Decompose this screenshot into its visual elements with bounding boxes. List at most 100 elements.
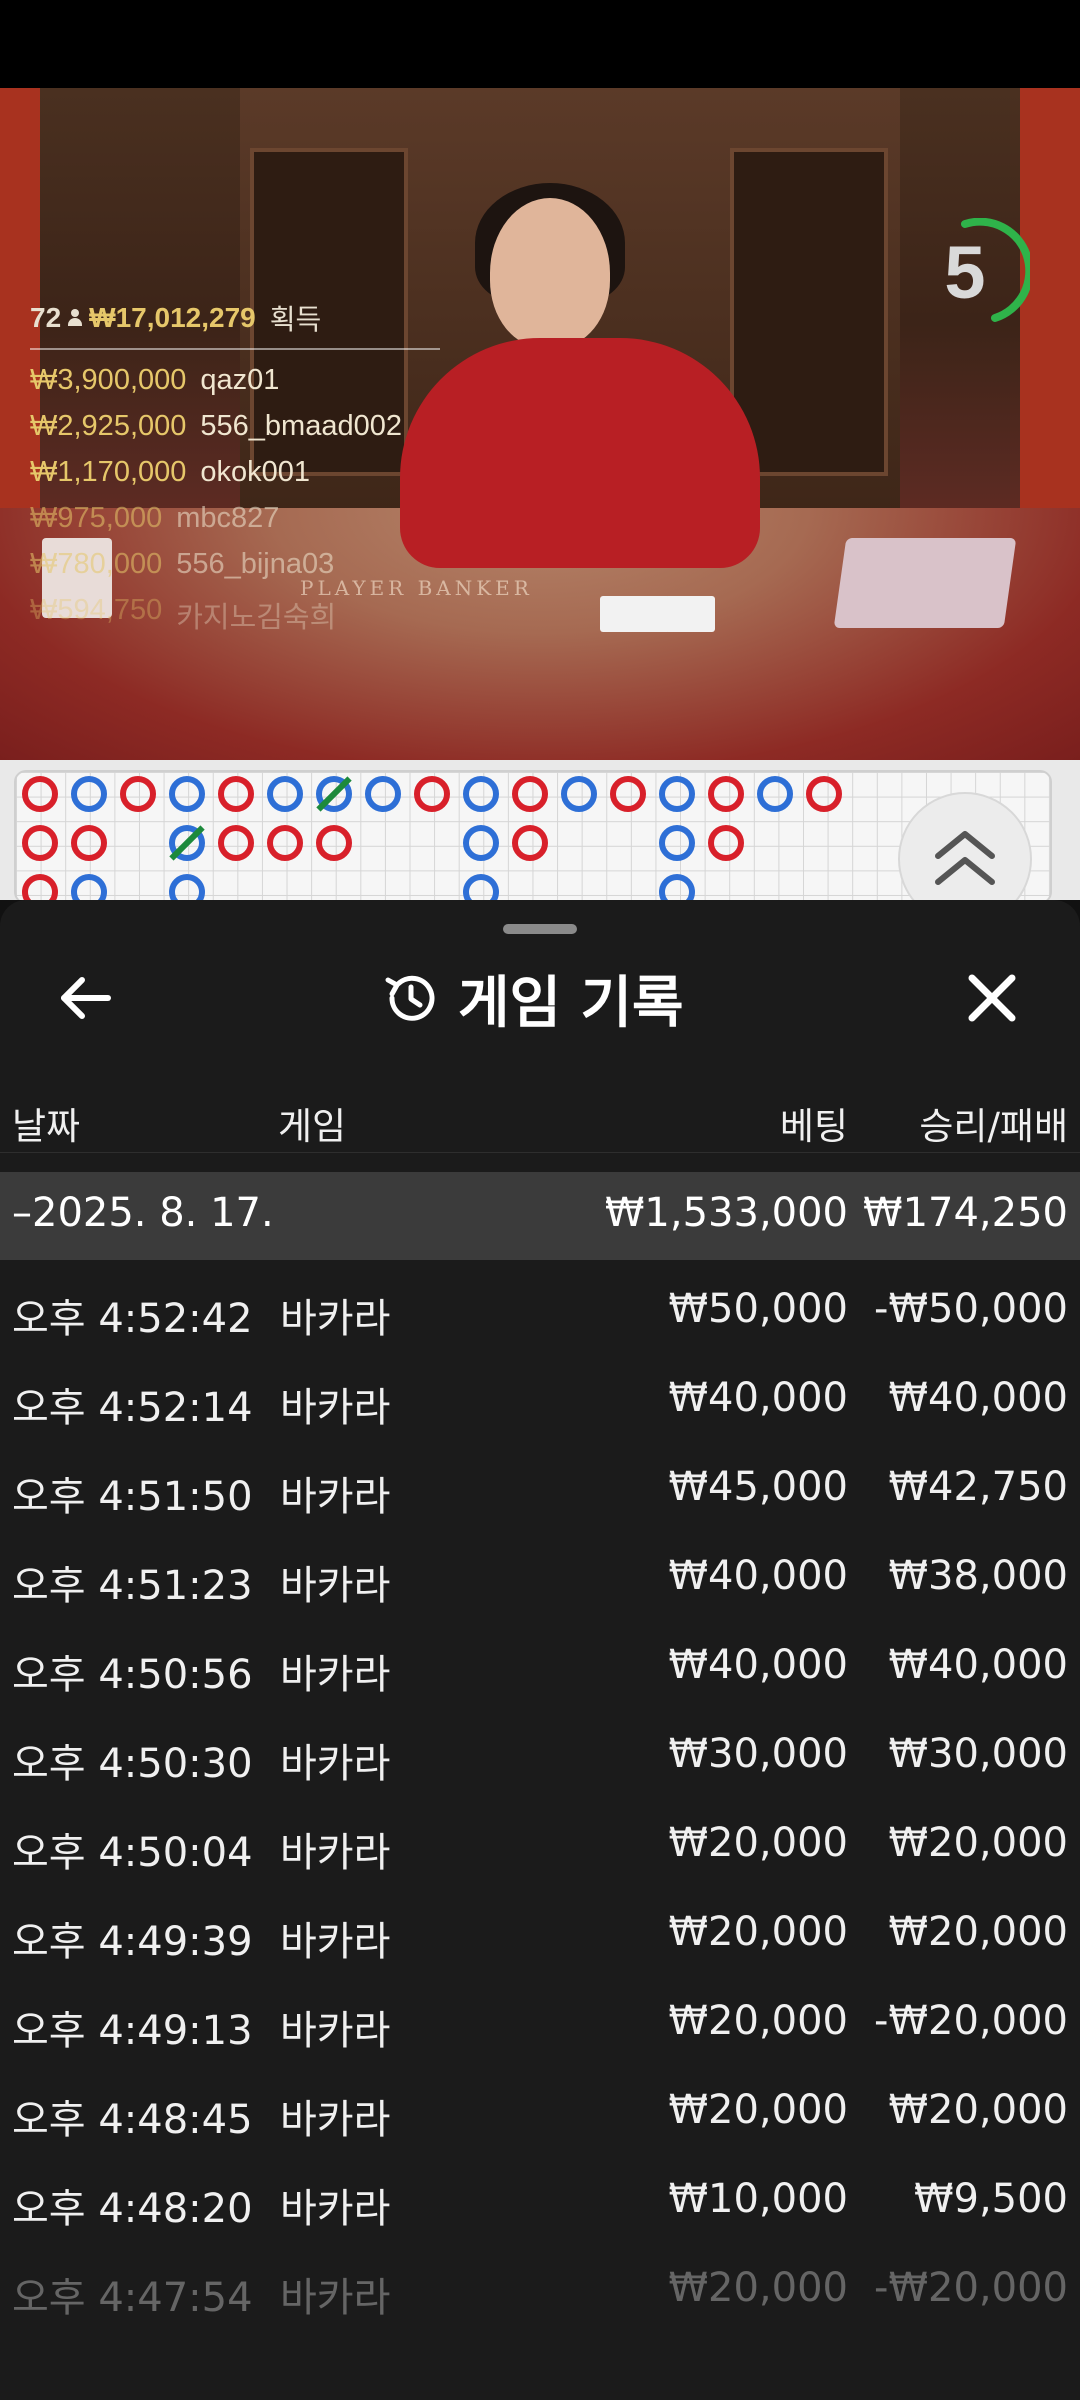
winner-row: ₩975,000 mbc827 — [30, 502, 440, 534]
winner-amount: ₩594,750 — [30, 594, 163, 626]
dealt-card — [600, 596, 670, 632]
banker-bead — [71, 825, 107, 861]
row-result: ₩20,000 — [888, 1909, 1068, 1955]
winner-row: ₩594,750 카지노김숙희 — [30, 594, 440, 634]
row-bet: ₩40,000 — [668, 1375, 848, 1421]
row-game: 바카라 — [280, 2275, 391, 2321]
winner-row: ₩780,000 556_bijna03 — [30, 548, 440, 580]
row-bet: ₩20,000 — [668, 2087, 848, 2133]
row-game: 바카라 — [280, 1385, 391, 1431]
table-row[interactable]: 오후 4:50:30 바카라 ₩30,000 ₩30,000 — [0, 1705, 1080, 1794]
banker-bead — [806, 776, 842, 812]
person-icon — [67, 309, 83, 327]
row-result: -₩20,000 — [874, 2265, 1068, 2311]
row-game: 바카라 — [280, 1652, 391, 1698]
table-row[interactable]: 오후 4:52:42 바카라 ₩50,000 -₩50,000 — [0, 1260, 1080, 1349]
row-bet: ₩20,000 — [668, 2265, 848, 2311]
player-bead — [71, 776, 107, 812]
player-bead — [463, 776, 499, 812]
banker-bead — [512, 825, 548, 861]
banker-bead — [218, 776, 254, 812]
back-button[interactable] — [56, 968, 116, 1028]
row-game: 바카라 — [280, 2008, 391, 2054]
row-game: 바카라 — [280, 1919, 391, 1965]
row-time: 오후 4:52:42 — [12, 1296, 253, 1342]
date-group-result: ₩174,250 — [863, 1190, 1068, 1236]
winner-name: mbc827 — [176, 502, 280, 534]
banker-bead — [22, 776, 58, 812]
row-game: 바카라 — [280, 1563, 391, 1609]
row-result: ₩40,000 — [888, 1642, 1068, 1688]
arrow-left-icon — [61, 977, 111, 1019]
player-bead — [659, 825, 695, 861]
winners-list: 72 ₩17,012,279 획득 ₩3,900,000 qaz01 ₩2,925… — [30, 298, 440, 634]
table-header: 날짜 게임 베팅 승리/패배 — [0, 1080, 1080, 1153]
row-result: ₩38,000 — [888, 1553, 1068, 1599]
player-bead — [757, 776, 793, 812]
banker-bead — [218, 825, 254, 861]
winners-header: 72 ₩17,012,279 획득 — [30, 298, 440, 350]
row-result: -₩20,000 — [874, 1998, 1068, 2044]
table-row[interactable]: 오후 4:51:50 바카라 ₩45,000 ₩42,750 — [0, 1438, 1080, 1527]
row-bet: ₩40,000 — [668, 1553, 848, 1599]
row-time: 오후 4:49:39 — [12, 1919, 253, 1965]
winners-suffix: 획득 — [269, 304, 322, 335]
page-title: 게임 기록 — [458, 970, 684, 1036]
table-row[interactable]: 오후 4:52:14 바카라 ₩40,000 ₩40,000 — [0, 1349, 1080, 1438]
row-time: 오후 4:48:45 — [12, 2097, 253, 2143]
table-row[interactable]: 오후 4:49:13 바카라 ₩20,000 -₩20,000 — [0, 1972, 1080, 2061]
player-bead — [169, 776, 205, 812]
banker-bead — [414, 776, 450, 812]
row-bet: ₩10,000 — [668, 2176, 848, 2222]
winner-row: ₩1,170,000 okok001 — [30, 456, 440, 488]
table-row[interactable]: 오후 4:51:23 바카라 ₩40,000 ₩38,000 — [0, 1527, 1080, 1616]
winner-name: okok001 — [200, 456, 311, 488]
winner-row: ₩3,900,000 qaz01 — [30, 364, 440, 396]
row-bet: ₩40,000 — [668, 1642, 848, 1688]
game-history-sheet: 게임 기록 날짜 게임 베팅 승리/패배 –2025. 8. 17. ₩1,53… — [0, 900, 1080, 2400]
row-time: 오후 4:50:04 — [12, 1830, 253, 1876]
table-row[interactable]: 오후 4:50:56 바카라 ₩40,000 ₩40,000 — [0, 1616, 1080, 1705]
date-group-bet: ₩1,533,000 — [604, 1190, 848, 1236]
banker-bead — [22, 825, 58, 861]
dealer-face — [490, 198, 610, 348]
table-row[interactable]: 오후 4:48:45 바카라 ₩20,000 ₩20,000 — [0, 2061, 1080, 2150]
winner-row: ₩2,925,000 556_bmaad002 — [30, 410, 440, 442]
winner-amount: ₩975,000 — [30, 502, 163, 534]
banker-bead — [267, 825, 303, 861]
player-bead — [561, 776, 597, 812]
table-row[interactable]: 오후 4:49:39 바카라 ₩20,000 ₩20,000 — [0, 1883, 1080, 1972]
row-time: 오후 4:47:54 — [12, 2275, 253, 2321]
player-bead — [267, 776, 303, 812]
row-bet: ₩50,000 — [668, 1286, 848, 1332]
row-result: ₩9,500 — [913, 2176, 1068, 2222]
winners-total: ₩17,012,279 — [89, 302, 256, 333]
winners-count: 72 — [30, 302, 62, 333]
banker-bead — [120, 776, 156, 812]
banker-bead — [708, 776, 744, 812]
player-bead — [463, 825, 499, 861]
banker-bead — [610, 776, 646, 812]
row-time: 오후 4:52:14 — [12, 1385, 253, 1431]
wall-panel — [730, 148, 888, 476]
row-game: 바카라 — [280, 1830, 391, 1876]
row-time: 오후 4:49:13 — [12, 2008, 253, 2054]
live-video: PLAYER BANKER 72 ₩17,012,279 획득 ₩3,900,0… — [0, 88, 1080, 760]
date-group-row[interactable]: –2025. 8. 17. ₩1,533,000 ₩174,250 — [0, 1172, 1080, 1260]
table-row[interactable]: 오후 4:48:20 바카라 ₩10,000 ₩9,500 — [0, 2150, 1080, 2239]
winner-name: 556_bijna03 — [176, 548, 335, 580]
winner-name: 556_bmaad002 — [200, 410, 402, 442]
row-bet: ₩45,000 — [668, 1464, 848, 1510]
dealt-card — [665, 596, 715, 632]
winner-name: 카지노김숙희 — [176, 602, 337, 634]
history-list: 오후 4:52:42 바카라 ₩50,000 -₩50,000 오후 4:52:14 바카… — [0, 1260, 1080, 2328]
table-row[interactable]: 오후 4:47:54 바카라 ₩20,000 -₩20,000 — [0, 2239, 1080, 2328]
history-icon — [385, 975, 435, 1021]
table-row[interactable]: 오후 4:50:04 바카라 ₩20,000 ₩20,000 — [0, 1794, 1080, 1883]
close-button[interactable] — [962, 968, 1022, 1028]
sheet-drag-handle[interactable] — [503, 924, 577, 934]
row-game: 바카라 — [280, 1741, 391, 1787]
row-bet: ₩30,000 — [668, 1731, 848, 1777]
round-timer: 5 — [920, 217, 1034, 328]
row-result: ₩40,000 — [888, 1375, 1068, 1421]
